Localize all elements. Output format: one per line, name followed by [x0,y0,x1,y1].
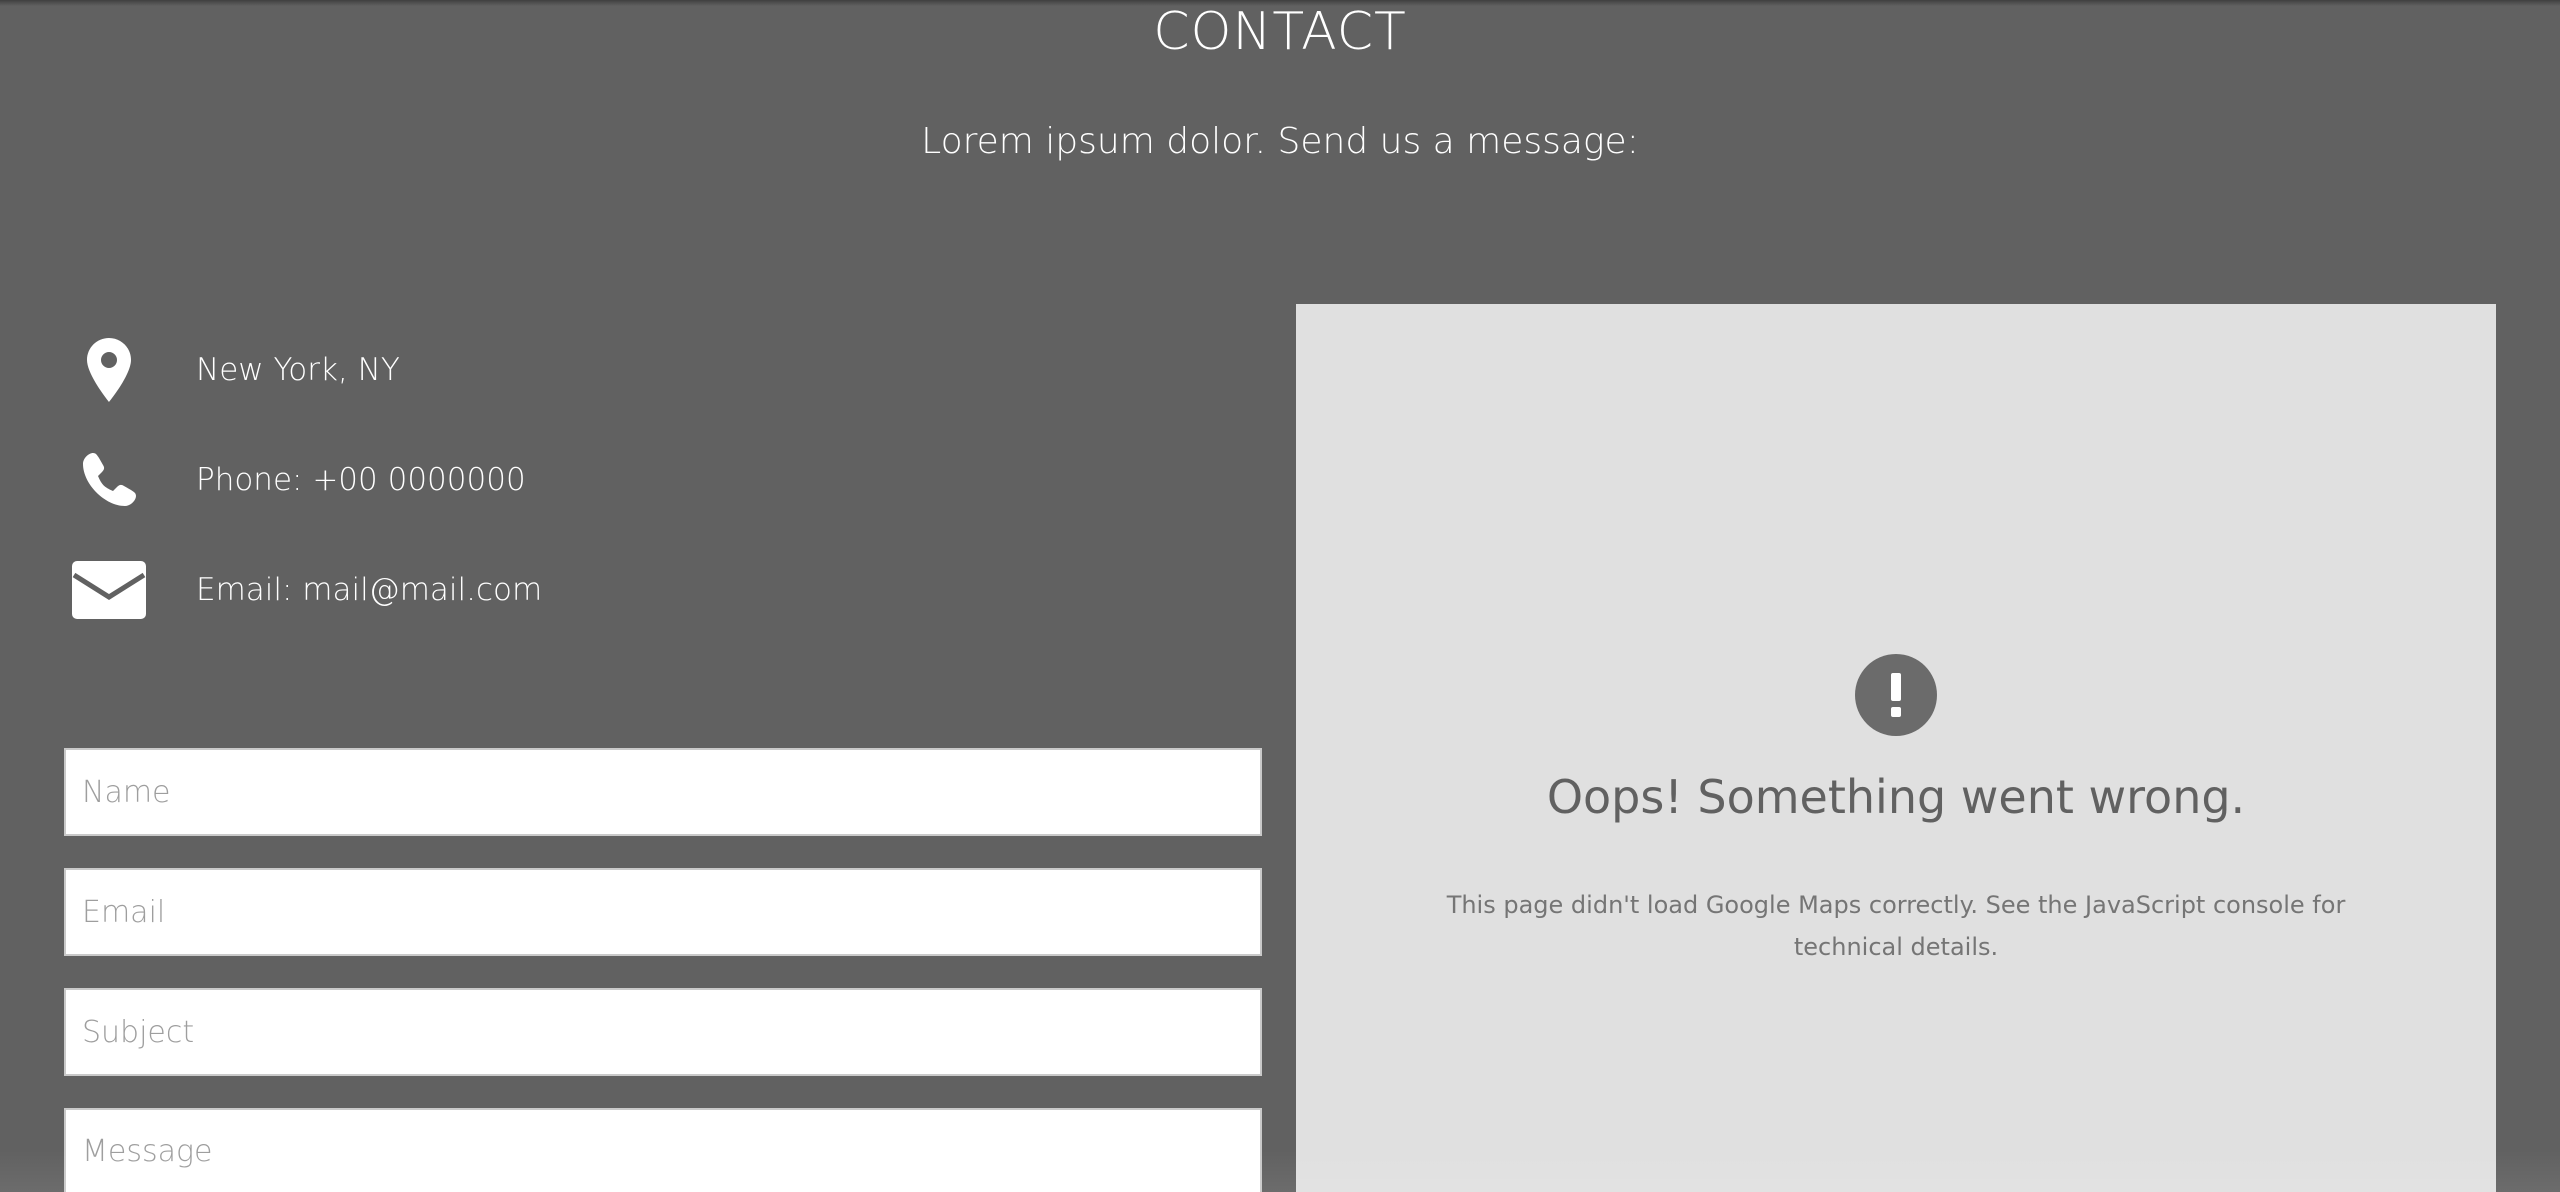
map-marker-icon [64,330,154,410]
name-input[interactable] [64,748,1262,836]
email-input[interactable] [64,868,1262,956]
contact-phone-row: Phone: +00 0000000 [64,440,526,520]
exclamation-circle-icon [1855,654,1937,736]
contact-email-link[interactable]: Email: mail@mail.com [196,572,542,608]
contact-location-text: New York, NY [196,352,400,388]
subject-input[interactable] [64,988,1262,1076]
contact-email-row: Email: mail@mail.com [64,550,542,630]
map-error-title: Oops! Something went wrong. [1546,770,2246,824]
message-textarea[interactable] [64,1108,1262,1192]
map-error-text: This page didn't load Google Maps correc… [1446,891,2346,961]
section-subtitle: Lorem ipsum dolor. Send us a message: [921,121,1639,162]
envelope-icon [64,550,154,630]
contact-location-row: New York, NY [64,330,400,410]
phone-icon [64,440,154,520]
map-panel: Oops! Something went wrong. This page di… [1296,304,2496,1192]
contact-phone-text: Phone: +00 0000000 [196,462,526,498]
section-title: CONTACT [1153,2,1407,62]
